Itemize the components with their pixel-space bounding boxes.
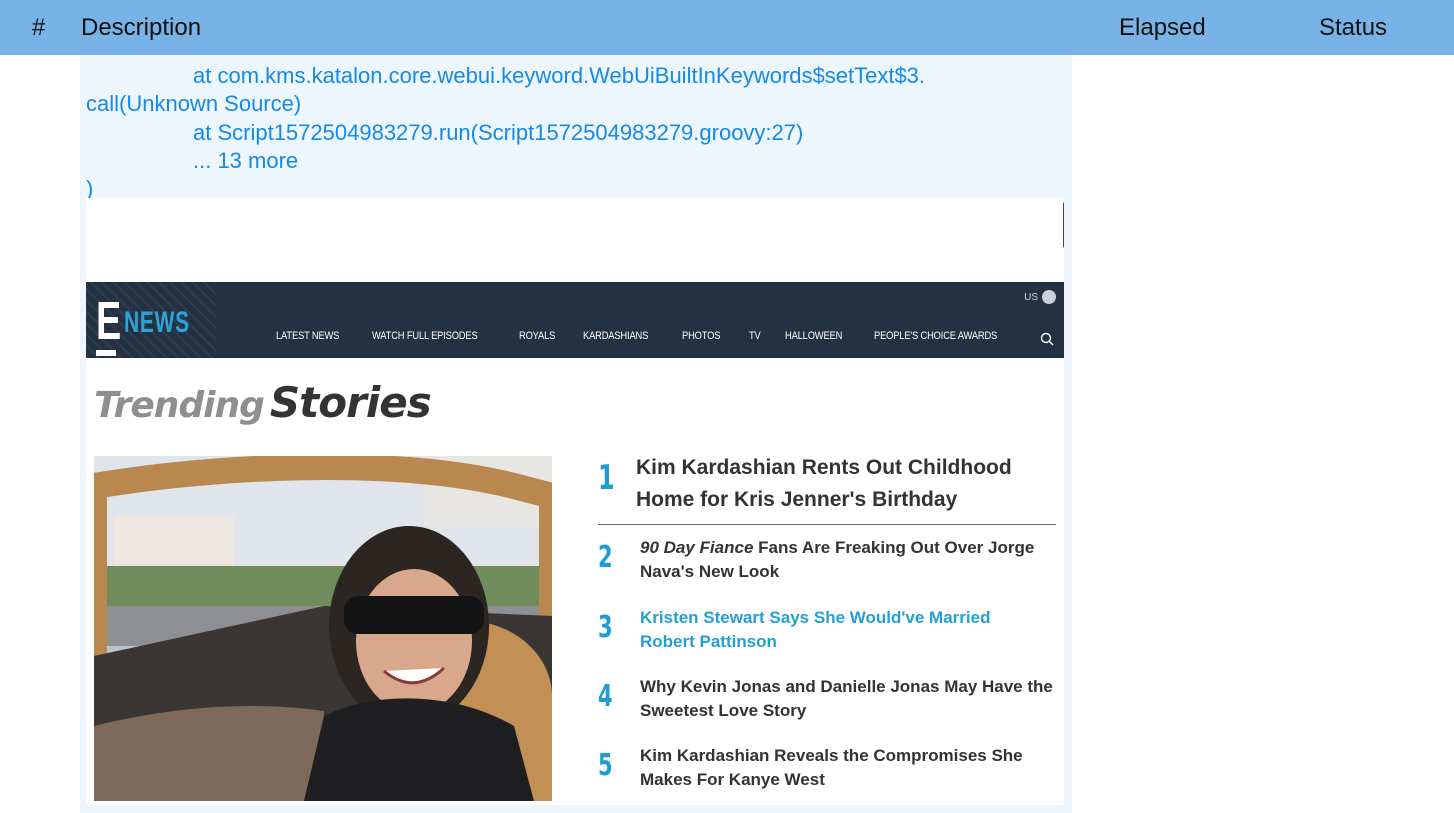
log-line: call(Unknown Source) [86,91,302,116]
nav-links: LATEST NEWS WATCH FULL EPISODES ROYALS K… [276,330,1041,342]
logo-letter: E [96,291,122,351]
log-line: at com.kms.katalon.core.webui.keyword.We… [193,63,926,88]
step-screenshot: E NEWS LATEST NEWS WATCH FULL EPISODES R… [80,198,1072,813]
log-line: ... 13 more [193,148,299,173]
globe-icon [1042,290,1056,304]
section-title-light: Trending [94,385,265,426]
nav-item-kardashians[interactable]: KARDASHIANS [583,330,648,342]
column-status: Status [1319,14,1388,41]
story-rank: 2 [598,540,613,575]
list-divider [598,524,1056,525]
story-title: Kim Kardashian Reveals the Compromises S… [640,746,1023,789]
column-elapsed: Elapsed [1119,14,1206,41]
site-navbar: E NEWS LATEST NEWS WATCH FULL EPISODES R… [86,282,1064,358]
column-index: # [32,14,46,41]
story-title-italic: 90 Day Fiance [640,538,754,557]
story-rank: 1 [598,458,615,498]
story-title: Kristen Stewart Says She Would've Marrie… [640,608,991,651]
story-title: Kim Kardashian Rents Out Childhood Home … [636,456,1012,511]
column-description: Description [81,14,202,41]
stack-trace-log: at com.kms.katalon.core.webui.keyword.We… [80,55,1072,201]
nav-item-watch-full-episodes[interactable]: WATCH FULL EPISODES [372,330,478,342]
region-selector[interactable]: US [1024,290,1056,304]
region-label: US [1024,291,1038,303]
story-title: Why Kevin Jonas and Danielle Jonas May H… [640,677,1053,720]
story-title-wrap: 90 Day Fiance Fans Are Freaking Out Over… [640,536,1050,584]
logo-word: NEWS [124,306,190,339]
photo-illustration [94,456,552,801]
featured-story-image[interactable] [94,456,552,801]
logo-underline [96,350,116,356]
story-rank: 4 [598,679,613,714]
search-icon[interactable] [1040,332,1054,346]
nav-item-halloween[interactable]: HALLOWEEN [785,330,842,342]
report-table-header: # Description Elapsed Status [0,0,1454,55]
nav-item-peoples-choice-awards[interactable]: PEOPLE'S CHOICE AWARDS [874,330,997,342]
screenshot-viewport: E NEWS LATEST NEWS WATCH FULL EPISODES R… [86,198,1064,805]
nav-item-royals[interactable]: ROYALS [519,330,555,342]
story-rank: 5 [598,748,613,783]
nav-item-photos[interactable]: PHOTOS [682,330,720,342]
scrollbar-thumb[interactable] [1063,202,1064,248]
nav-item-latest-news[interactable]: LATEST NEWS [276,330,339,342]
nav-item-tv[interactable]: TV [749,330,761,342]
section-title-bold: Stories [269,378,432,427]
story-rank: 3 [598,610,613,645]
log-line: at Script1572504983279.run(Script1572504… [193,120,804,145]
section-title: Trending Stories [94,378,432,427]
